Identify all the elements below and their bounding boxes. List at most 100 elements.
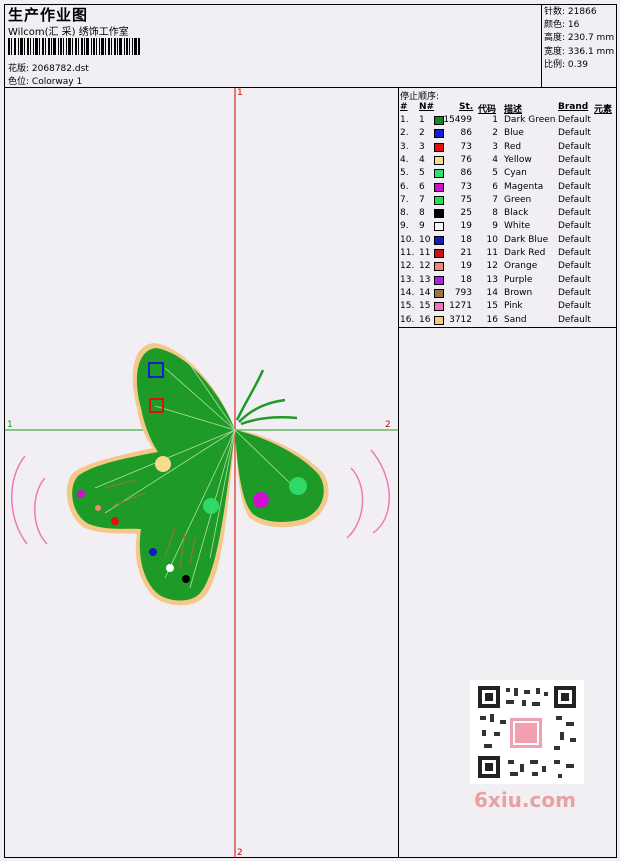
purple-spot bbox=[77, 490, 85, 498]
cell-n: 7 bbox=[419, 194, 425, 205]
cell-n: 8 bbox=[419, 208, 425, 219]
color-row: 3. 3 73 3 Red Default bbox=[400, 142, 616, 155]
cell-desc: White bbox=[504, 221, 531, 232]
col-brand: Brand bbox=[558, 102, 589, 112]
cell-code: 9 bbox=[492, 221, 498, 232]
color-row: 16. 16 3712 16 Sand Default bbox=[400, 315, 616, 328]
cell-num: 8. bbox=[400, 208, 409, 219]
color-row: 5. 5 86 5 Cyan Default bbox=[400, 168, 616, 181]
cell-num: 15. bbox=[400, 301, 415, 312]
dark-blue-spot bbox=[149, 548, 157, 556]
cell-desc: Sand bbox=[504, 314, 527, 325]
pattern-label: 花版: bbox=[8, 64, 30, 74]
cell-brand: Default bbox=[558, 274, 591, 285]
cell-code: 12 bbox=[486, 261, 498, 272]
color-swatch bbox=[434, 182, 444, 192]
color-swatch bbox=[434, 129, 444, 139]
col-desc: 描述 bbox=[504, 105, 523, 115]
height-value: 230.7 mm bbox=[567, 33, 615, 44]
colors-label: 颜色: bbox=[544, 20, 566, 31]
cell-code: 8 bbox=[492, 208, 498, 219]
cell-st: 1271 bbox=[449, 301, 472, 312]
cell-st: 15499 bbox=[443, 115, 472, 125]
cell-num: 9. bbox=[400, 221, 409, 232]
color-row: 13. 13 18 13 Purple Default bbox=[400, 275, 616, 288]
cell-num: 13. bbox=[400, 274, 415, 285]
colorway-row: 色位: Colorway 1 bbox=[8, 74, 82, 87]
cell-num: 7. bbox=[400, 194, 409, 205]
colorway-value: Colorway 1 bbox=[31, 77, 83, 87]
cell-n: 11 bbox=[419, 248, 431, 258]
cell-n: 5 bbox=[419, 168, 425, 179]
axis-label-top: 1 bbox=[237, 88, 243, 98]
color-swatch bbox=[434, 195, 444, 205]
color-swatch bbox=[434, 315, 444, 325]
cell-st: 19 bbox=[460, 261, 472, 272]
dark-red-spot bbox=[111, 517, 119, 525]
cell-n: 15 bbox=[419, 301, 431, 312]
page-title: 生产作业图 bbox=[8, 6, 89, 24]
axis-label-bottom: 2 bbox=[237, 848, 243, 858]
cell-desc: Pink bbox=[504, 301, 523, 312]
stop-sequence-label: 停止顺序: bbox=[400, 92, 440, 102]
color-swatch bbox=[434, 288, 444, 298]
cell-brand: Default bbox=[558, 141, 591, 152]
cell-brand: Default bbox=[558, 248, 591, 258]
design-canvas bbox=[5, 88, 398, 858]
color-row: 6. 6 73 6 Magenta Default bbox=[400, 182, 616, 195]
stitches-value: 21866 bbox=[567, 7, 597, 17]
color-row: 12. 12 19 12 Orange Default bbox=[400, 261, 616, 274]
cell-desc: Red bbox=[504, 141, 522, 152]
stitches-label: 针数: bbox=[544, 7, 566, 17]
cell-code: 10 bbox=[486, 234, 498, 245]
cell-st: 3712 bbox=[449, 314, 472, 325]
cell-brand: Default bbox=[558, 128, 591, 139]
col-n: N# bbox=[419, 102, 435, 112]
antennae bbox=[235, 369, 298, 426]
cell-st: 76 bbox=[460, 154, 472, 165]
height-label: 高度: bbox=[544, 33, 566, 44]
cell-n: 10 bbox=[419, 234, 431, 245]
cyan-spot bbox=[203, 498, 219, 514]
color-row: 2. 2 86 2 Blue Default bbox=[400, 128, 616, 141]
black-spot bbox=[182, 575, 190, 583]
cell-code: 7 bbox=[492, 194, 498, 205]
pattern-value: 2068782.dst bbox=[31, 64, 89, 74]
cell-code: 16 bbox=[486, 314, 498, 325]
cell-st: 86 bbox=[460, 128, 472, 139]
cell-code: 3 bbox=[492, 141, 498, 152]
cell-desc: Cyan bbox=[504, 168, 527, 179]
white-spot bbox=[166, 564, 174, 572]
col-num: # bbox=[400, 102, 408, 112]
colorway-label: 色位: bbox=[8, 77, 30, 87]
butterfly-design bbox=[66, 343, 329, 606]
color-swatch bbox=[434, 116, 444, 125]
cell-desc: Black bbox=[504, 208, 529, 219]
width-label: 宽度: bbox=[544, 46, 566, 57]
cell-n: 16 bbox=[419, 314, 431, 325]
cell-n: 1 bbox=[419, 115, 425, 125]
cell-st: 73 bbox=[460, 181, 472, 192]
width-value: 336.1 mm bbox=[567, 46, 615, 57]
cell-num: 3. bbox=[400, 141, 409, 152]
color-row: 11. 11 21 11 Dark Red Default bbox=[400, 248, 616, 261]
col-element: 元素 bbox=[594, 105, 613, 115]
cell-num: 4. bbox=[400, 154, 409, 165]
cell-desc: Dark Red bbox=[504, 248, 546, 258]
cell-st: 793 bbox=[454, 287, 472, 298]
cell-desc: Dark Blue bbox=[504, 234, 549, 245]
color-row: 14. 14 793 14 Brown Default bbox=[400, 288, 616, 301]
color-swatch bbox=[434, 302, 444, 312]
color-swatch bbox=[434, 209, 444, 219]
orange-spot bbox=[95, 505, 101, 511]
green-spot bbox=[289, 477, 307, 495]
color-swatch bbox=[434, 222, 444, 232]
cell-desc: Purple bbox=[504, 274, 533, 285]
cell-n: 13 bbox=[419, 274, 431, 285]
yellow-spot bbox=[155, 456, 171, 472]
page-subtitle: Wilcom(汇 采) 绣饰工作室 bbox=[8, 27, 129, 38]
cell-code: 5 bbox=[492, 168, 498, 179]
cell-brand: Default bbox=[558, 154, 591, 165]
color-row: 15. 15 1271 15 Pink Default bbox=[400, 301, 616, 314]
cell-brand: Default bbox=[558, 194, 591, 205]
